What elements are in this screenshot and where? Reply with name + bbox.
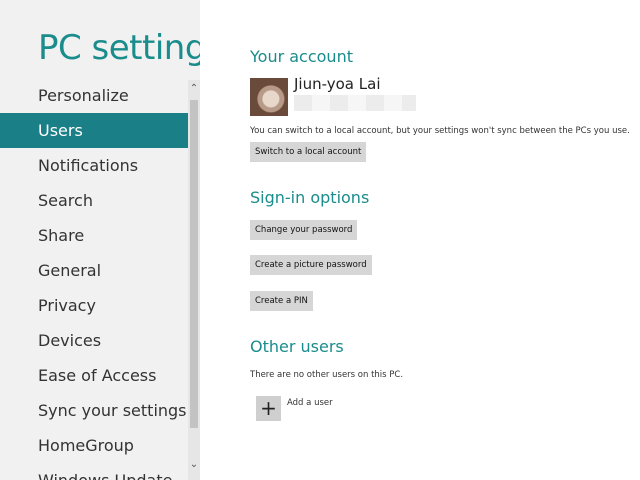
nav-item-homegroup[interactable]: HomeGroup	[0, 428, 188, 463]
pc-settings-window: PC settings Personalize Users Notificati…	[0, 0, 640, 480]
create-picture-password-button[interactable]: Create a picture password	[250, 255, 372, 275]
other-users-heading: Other users	[250, 337, 344, 356]
nav-item-users[interactable]: Users	[0, 113, 188, 148]
plus-icon[interactable]: +	[256, 396, 281, 421]
nav-item-general[interactable]: General	[0, 253, 188, 288]
nav-item-privacy[interactable]: Privacy	[0, 288, 188, 323]
nav-item-notifications[interactable]: Notifications	[0, 148, 188, 183]
avatar	[250, 78, 288, 116]
sign-in-options-heading: Sign-in options	[250, 188, 370, 207]
main-content: Your account Jiun-yoa Lai You can switch…	[250, 0, 630, 480]
switch-to-local-account-button[interactable]: Switch to a local account	[250, 142, 367, 162]
nav-item-sync-your-settings[interactable]: Sync your settings	[0, 393, 188, 428]
account-description: You can switch to a local account, but y…	[250, 126, 630, 136]
add-user-label[interactable]: Add a user	[287, 398, 333, 408]
chevron-down-icon[interactable]: ⌄	[188, 458, 200, 472]
left-pane: PC settings Personalize Users Notificati…	[0, 0, 200, 480]
nav-item-windows-update[interactable]: Windows Update	[0, 463, 188, 480]
create-pin-button[interactable]: Create a PIN	[250, 291, 313, 311]
scroll-thumb[interactable]	[190, 100, 198, 428]
nav-item-devices[interactable]: Devices	[0, 323, 188, 358]
no-other-users-text: There are no other users on this PC.	[250, 370, 404, 380]
nav-item-search[interactable]: Search	[0, 183, 188, 218]
user-email-redacted	[294, 95, 416, 111]
app-title: PC settings	[38, 28, 200, 68]
nav-item-share[interactable]: Share	[0, 218, 188, 253]
user-name: Jiun-yoa Lai	[294, 75, 381, 93]
nav-item-ease-of-access[interactable]: Ease of Access	[0, 358, 188, 393]
nav-list: Personalize Users Notifications Search S…	[0, 78, 188, 480]
chevron-up-icon[interactable]: ⌃	[188, 82, 200, 96]
nav-scrollbar[interactable]: ⌃ ⌄	[188, 80, 200, 480]
nav-item-personalize[interactable]: Personalize	[0, 78, 188, 113]
your-account-heading: Your account	[250, 47, 353, 66]
change-password-button[interactable]: Change your password	[250, 220, 358, 240]
